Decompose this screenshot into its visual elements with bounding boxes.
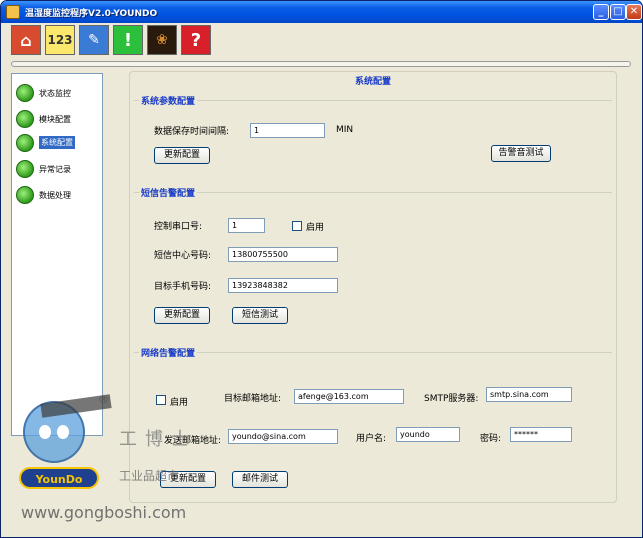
system-config-group: 系统参数配置 数据保存时间间隔: 1 MIN 更新配置 告警音测试	[134, 94, 612, 188]
target-email-label: 目标邮箱地址:	[224, 394, 282, 404]
email-test-button[interactable]: 邮件测试	[232, 471, 288, 488]
username-input[interactable]: youndo	[396, 427, 460, 442]
sms-enable-label: 启用	[306, 223, 325, 233]
toolbar: ⌂ 123 ✎ ! ❀ ?	[1, 23, 642, 59]
sms-enable-checkbox[interactable]	[292, 221, 302, 231]
alarm-sound-test-button[interactable]: 告警音测试	[491, 145, 551, 162]
sidebar-item-label: 数据处理	[39, 191, 71, 200]
smtp-input[interactable]: smtp.sina.com	[486, 387, 572, 402]
net-enable-label: 启用	[170, 398, 189, 408]
sidebar-item-module[interactable]: 模块配置	[15, 108, 101, 130]
app-icon	[6, 5, 20, 19]
close-button[interactable]: ✕	[626, 4, 642, 20]
brand-url: www.gongboshi.com	[21, 503, 187, 522]
exceptions-icon	[16, 160, 34, 178]
help-icon[interactable]: ?	[181, 25, 211, 55]
network-alarm-group: 网络告警配置 启用 目标邮箱地址: afenge@163.com SMTP服务器…	[134, 346, 612, 500]
sidebar-item-data[interactable]: 数据处理	[15, 184, 101, 206]
sidebar-item-system[interactable]: 系统配置	[15, 132, 101, 154]
serial-port-label: 控制串口号:	[154, 222, 203, 232]
exclamation-icon[interactable]: !	[113, 25, 143, 55]
sidebar-item-label: 系统配置	[39, 136, 75, 149]
serial-port-input[interactable]: 1	[228, 218, 265, 233]
sidebar-item-label: 模块配置	[39, 115, 71, 124]
interval-input[interactable]: 1	[250, 123, 325, 138]
paw-icon[interactable]: ❀	[147, 25, 177, 55]
system-icon	[16, 134, 34, 152]
sidebar-item-label: 状态监控	[39, 89, 71, 98]
interval-label: 数据保存时间间隔:	[154, 127, 230, 137]
smtp-label: SMTP服务器:	[424, 394, 479, 404]
home-icon[interactable]: ⌂	[11, 25, 41, 55]
update-config-button[interactable]: 更新配置	[154, 147, 210, 164]
status-icon	[16, 84, 34, 102]
sidebar-item-status[interactable]: 状态监控	[15, 82, 101, 104]
target-email-input[interactable]: afenge@163.com	[294, 389, 404, 404]
sender-email-input[interactable]: youndo@sina.com	[228, 429, 338, 444]
sms-center-input[interactable]: 13800755500	[228, 247, 338, 262]
title-bar: 温湿度监控程序V2.0-YOUNDO _ □ ✕	[1, 1, 642, 23]
password-input[interactable]: ******	[510, 427, 572, 442]
group-title: 网络告警配置	[139, 346, 198, 359]
sender-email-label: 发送邮箱地址:	[164, 436, 222, 446]
data-icon	[16, 186, 34, 204]
sms-update-config-button[interactable]: 更新配置	[154, 307, 210, 324]
net-enable-checkbox[interactable]	[156, 395, 166, 405]
pencil-icon[interactable]: ✎	[79, 25, 109, 55]
toolbar-separator	[11, 61, 631, 67]
maximize-button[interactable]: □	[610, 4, 626, 20]
main-panel: 系统配置 系统参数配置 数据保存时间间隔: 1 MIN 更新配置 告警音测试 短…	[129, 71, 617, 503]
group-title: 系统参数配置	[139, 94, 198, 107]
app-window: 温湿度监控程序V2.0-YOUNDO _ □ ✕ ⌂ 123 ✎ ! ❀ ? 状…	[0, 0, 643, 538]
window-title: 温湿度监控程序V2.0-YOUNDO	[25, 9, 158, 19]
sidebar: 状态监控 模块配置 系统配置 异常记录 数据处理	[11, 73, 103, 436]
sms-test-button[interactable]: 短信测试	[232, 307, 288, 324]
sms-alarm-group: 短信告警配置 控制串口号: 1 启用 短信中心号码: 13800755500 目…	[134, 186, 612, 342]
sidebar-item-label: 异常记录	[39, 165, 71, 174]
sidebar-item-exceptions[interactable]: 异常记录	[15, 158, 101, 180]
interval-unit: MIN	[336, 125, 354, 135]
module-icon	[16, 110, 34, 128]
password-label: 密码:	[480, 434, 502, 444]
group-title: 短信告警配置	[139, 186, 198, 199]
minimize-button[interactable]: _	[593, 4, 609, 20]
numbers-icon[interactable]: 123	[45, 25, 75, 55]
target-phone-input[interactable]: 13923848382	[228, 278, 338, 293]
brand-logo: YounDo	[19, 467, 99, 489]
net-update-config-button[interactable]: 更新配置	[160, 471, 216, 488]
target-phone-label: 目标手机号码:	[154, 282, 212, 292]
sms-center-label: 短信中心号码:	[154, 251, 212, 261]
page-title: 系统配置	[354, 77, 391, 87]
username-label: 用户名:	[356, 434, 387, 444]
